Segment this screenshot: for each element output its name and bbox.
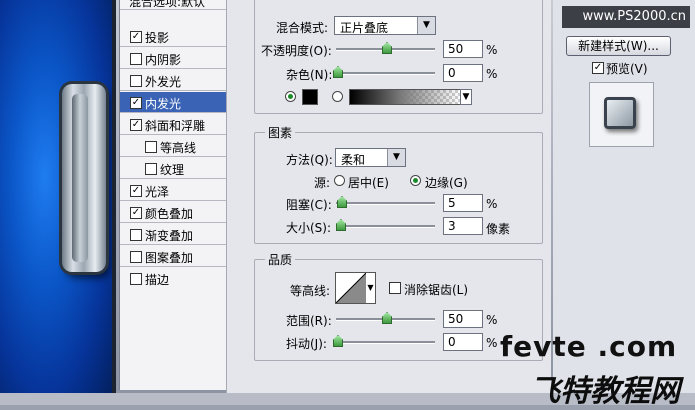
choke-unit: % [486,197,498,211]
noise-input[interactable]: 0 [443,64,483,82]
technique-label: 方法(Q): [286,153,333,167]
blend-mode-dropdown[interactable]: 正片叠底 ▼ [334,16,436,35]
quality-group-title: 品质 [265,251,296,268]
contour-thumbnail[interactable] [335,272,367,304]
list-item-label: 渐变叠加 [145,229,194,243]
blend-mode-label: 混合模式: [276,21,329,35]
checkbox[interactable] [130,75,142,87]
list-item-label: 内发光 [145,97,182,111]
size-label: 大小(S): [286,221,332,235]
list-item-gradient-overlay[interactable]: 渐变叠加 [120,224,226,245]
contour-label: 等高线: [290,284,331,298]
checkbox[interactable]: ✓ [130,97,142,109]
contour-curve-icon [336,273,366,303]
preview-label: 预览(V) [606,62,648,76]
source-center-radio[interactable] [334,175,345,186]
elements-group-title: 图素 [265,124,296,141]
jitter-label: 抖动(J): [286,337,327,351]
styles-list: 混合选项:默认 ✓ 投影 内阴影 外发光 ✓ 内发光 ✓ 斜面和浮雕 等高线 纹… [119,0,227,390]
watermark-top: www.PS2000.cn [562,6,690,28]
technique-value: 柔和 [341,153,366,167]
source-label: 源: [314,176,331,190]
list-item-label: 描边 [145,273,170,287]
color-mode-radio[interactable] [285,91,296,102]
noise-slider-track[interactable] [336,72,435,75]
checkbox[interactable] [130,251,142,263]
opacity-label: 不透明度(O): [261,44,332,58]
jitter-input[interactable]: 0 [443,333,483,351]
blend-mode-value: 正片叠底 [340,21,389,35]
new-style-button[interactable]: 新建样式(W)... [566,36,671,56]
choke-input[interactable]: 5 [443,194,483,212]
list-item-color-overlay[interactable]: ✓ 颜色叠加 [120,202,226,223]
glow-gradient-swatch[interactable] [349,89,461,105]
size-slider-track[interactable] [336,225,435,228]
checkbox[interactable]: ✓ [130,31,142,43]
checkbox[interactable]: ✓ [130,119,142,131]
checkbox[interactable] [130,273,142,285]
list-item-blending-options[interactable]: 混合选项:默认 [120,0,226,10]
source-edge-label: 边缘(G) [425,176,468,190]
chevron-down-icon: ▼ [417,17,435,34]
range-label: 范围(R): [286,314,332,328]
source-edge-radio[interactable] [410,175,421,186]
checkbox[interactable]: ✓ [130,207,142,219]
style-preview-thumbnail [604,97,636,129]
list-item-label: 外发光 [145,75,182,89]
list-item-label: 等高线 [160,141,197,155]
gradient-mode-radio[interactable] [332,91,343,102]
antialias-checkbox[interactable] [389,282,401,294]
list-item-bevel-emboss[interactable]: ✓ 斜面和浮雕 [120,114,226,135]
choke-slider-track[interactable] [336,202,435,205]
noise-unit: % [486,67,498,81]
list-item-label: 斜面和浮雕 [145,119,206,133]
range-unit: % [486,313,498,327]
size-input[interactable]: 3 [443,217,483,235]
range-input[interactable]: 50 [443,310,483,328]
canvas-edge [112,0,116,393]
list-item-label: 投影 [145,31,170,45]
checkbox[interactable] [145,141,157,153]
checkbox[interactable] [130,53,142,65]
source-center-label: 居中(E) [348,176,389,190]
list-item-label: 图案叠加 [145,251,194,265]
chevron-down-icon: ▼ [387,149,405,166]
contour-dropdown-arrow[interactable]: ▼ [366,272,376,304]
list-item-satin[interactable]: ✓ 光泽 [120,180,226,201]
antialias-label: 消除锯齿(L) [404,283,469,297]
list-item-label: 纹理 [160,163,185,177]
list-item-label: 混合选项:默认 [129,0,206,9]
list-item-label: 光泽 [145,185,170,199]
chevron-down-icon: ▼ [461,90,471,104]
gradient-picker-dropdown[interactable]: ▼ [460,89,472,105]
list-item-texture[interactable]: 纹理 [120,158,226,179]
opacity-unit: % [486,43,498,57]
size-unit: 像素 [486,222,511,236]
glow-color-swatch[interactable] [302,89,318,105]
choke-label: 阻塞(C): [286,198,332,212]
list-item-stroke[interactable]: 描边 [120,268,226,289]
style-preview-box [589,82,654,147]
checkbox[interactable]: ✓ [130,185,142,197]
watermark-fevte-cjk: 飞特教程网 [530,374,680,409]
list-item-label: 颜色叠加 [145,207,194,221]
jitter-unit: % [486,336,498,350]
opacity-input[interactable]: 50 [443,40,483,58]
list-item-inner-glow[interactable]: ✓ 内发光 [120,92,226,113]
chrome-letter-artwork [62,84,106,272]
checkbox[interactable] [130,229,142,241]
list-item-inner-shadow[interactable]: 内阴影 [120,48,226,69]
document-canvas [0,0,112,393]
noise-label: 杂色(N): [286,68,333,82]
watermark-fevte-latin: fevte .com [500,330,678,363]
checkbox[interactable] [145,163,157,175]
preview-checkbox[interactable]: ✓ [592,62,604,74]
list-item-label: 内阴影 [145,53,182,67]
jitter-slider-track[interactable] [336,341,435,344]
technique-dropdown[interactable]: 柔和 ▼ [335,148,406,167]
list-item-outer-glow[interactable]: 外发光 [120,70,226,91]
list-item-drop-shadow[interactable]: ✓ 投影 [120,26,226,47]
list-item-contour[interactable]: 等高线 [120,136,226,157]
list-item-pattern-overlay[interactable]: 图案叠加 [120,246,226,267]
